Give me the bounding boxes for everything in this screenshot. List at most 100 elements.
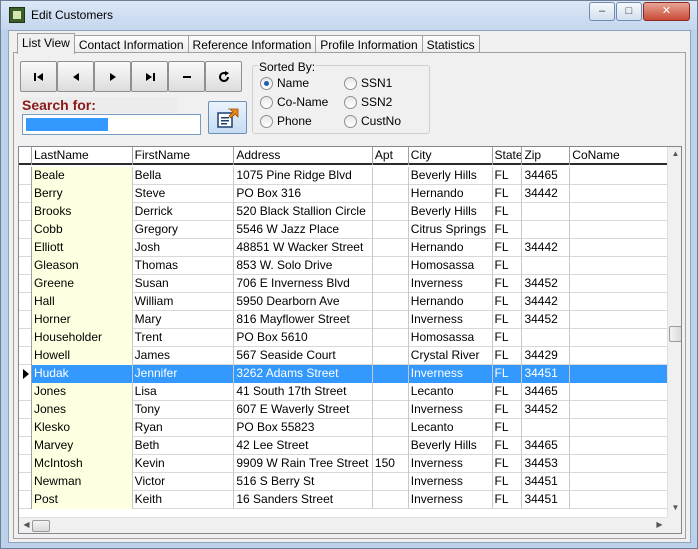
- cell-zip[interactable]: 34451: [522, 491, 571, 509]
- row-indicator[interactable]: [19, 167, 32, 185]
- cell-address[interactable]: 816 Mayflower Street: [234, 311, 373, 329]
- cell-coname[interactable]: [570, 293, 667, 311]
- cell-state[interactable]: FL: [493, 275, 523, 293]
- maximize-button[interactable]: □: [616, 2, 642, 21]
- cell-apt[interactable]: [373, 491, 409, 509]
- title-bar[interactable]: Edit Customers – □ ✕: [1, 1, 697, 30]
- table-row[interactable]: Marvey Beth 42 Lee Street Beverly Hills FL 34…: [19, 437, 667, 455]
- row-indicator[interactable]: [19, 401, 32, 419]
- vertical-scroll-thumb[interactable]: [669, 326, 681, 342]
- cell-city[interactable]: Inverness: [409, 275, 493, 293]
- table-row[interactable]: Gleason Thomas 853 W. Solo Drive Homosassa F…: [19, 257, 667, 275]
- close-button[interactable]: ✕: [643, 2, 690, 21]
- cell-firstname[interactable]: Kevin: [133, 455, 235, 473]
- sort-name-radio[interactable]: Name: [260, 76, 309, 90]
- cell-coname[interactable]: [570, 185, 667, 203]
- table-row[interactable]: McIntosh Kevin 9909 W Rain Tree Street 150 I…: [19, 455, 667, 473]
- cell-coname[interactable]: [570, 473, 667, 491]
- cell-firstname[interactable]: Susan: [133, 275, 235, 293]
- cell-zip[interactable]: 34452: [522, 311, 571, 329]
- sort-custno-radio[interactable]: CustNo: [344, 114, 401, 128]
- cell-zip[interactable]: 34451: [522, 365, 571, 383]
- tab-reference-information[interactable]: Reference Information: [187, 35, 317, 53]
- table-row[interactable]: Horner Mary 816 Mayflower Street Inverness F…: [19, 311, 667, 329]
- cell-city[interactable]: Inverness: [408, 365, 493, 383]
- cell-coname[interactable]: [570, 167, 667, 185]
- column-header-city[interactable]: City: [409, 147, 493, 165]
- cell-firstname[interactable]: James: [133, 347, 235, 365]
- table-row[interactable]: Howell James 567 Seaside Court Crystal Rive…: [19, 347, 667, 365]
- cell-zip[interactable]: 34451: [522, 473, 571, 491]
- cell-address[interactable]: PO Box 5610: [234, 329, 373, 347]
- cell-coname[interactable]: [570, 365, 667, 383]
- cell-coname[interactable]: [570, 221, 667, 239]
- cell-city[interactable]: Beverly Hills: [409, 203, 493, 221]
- table-row[interactable]: Post Keith 16 Sanders Street Inverness FL 344…: [19, 491, 667, 509]
- table-row[interactable]: Elliott Josh 48851 W Wacker Street Hernando…: [19, 239, 667, 257]
- cell-city[interactable]: Crystal River: [409, 347, 493, 365]
- cell-address[interactable]: 516 S Berry St: [234, 473, 373, 491]
- column-header-state[interactable]: State: [493, 147, 523, 165]
- cell-address[interactable]: 5950 Dearborn Ave: [234, 293, 373, 311]
- cell-zip[interactable]: [522, 329, 571, 347]
- cell-coname[interactable]: [570, 203, 667, 221]
- last-record-button[interactable]: [131, 61, 168, 92]
- cell-address[interactable]: 706 E Inverness Blvd: [234, 275, 373, 293]
- sort-coname-radio[interactable]: Co-Name: [260, 95, 328, 109]
- table-row[interactable]: Hudak Jennifer 3262 Adams Street Inverness F…: [19, 365, 667, 383]
- column-header-firstname[interactable]: FirstName: [133, 147, 235, 165]
- row-indicator[interactable]: [19, 473, 32, 491]
- row-indicator[interactable]: [19, 203, 32, 221]
- cell-apt[interactable]: [373, 167, 409, 185]
- refresh-button[interactable]: [205, 61, 242, 92]
- cell-state[interactable]: FL: [493, 491, 523, 509]
- cell-coname[interactable]: [570, 239, 667, 257]
- cell-state[interactable]: FL: [493, 473, 523, 491]
- cell-apt[interactable]: [373, 329, 409, 347]
- cell-firstname[interactable]: Josh: [133, 239, 235, 257]
- table-row[interactable]: Brooks Derrick 520 Black Stallion Circle Be…: [19, 203, 667, 221]
- cell-lastname[interactable]: Post: [31, 491, 133, 509]
- cell-firstname[interactable]: Victor: [133, 473, 235, 491]
- cell-lastname[interactable]: Marvey: [31, 437, 133, 455]
- cell-city[interactable]: Inverness: [409, 311, 493, 329]
- cell-firstname[interactable]: Bella: [133, 167, 235, 185]
- cell-address[interactable]: 3262 Adams Street: [234, 365, 373, 383]
- cell-lastname[interactable]: Howell: [31, 347, 133, 365]
- cell-address[interactable]: 42 Lee Street: [234, 437, 373, 455]
- cell-address[interactable]: PO Box 55823: [234, 419, 373, 437]
- scroll-up-icon[interactable]: ▲: [668, 149, 681, 158]
- cell-city[interactable]: Hernando: [409, 185, 493, 203]
- prior-record-button[interactable]: [57, 61, 94, 92]
- cell-coname[interactable]: [570, 383, 667, 401]
- cell-state[interactable]: FL: [493, 221, 523, 239]
- cell-state[interactable]: FL: [493, 329, 523, 347]
- tab-statistics[interactable]: Statistics: [421, 35, 480, 53]
- cell-state[interactable]: FL: [493, 401, 523, 419]
- cell-state[interactable]: FL: [493, 293, 523, 311]
- cell-lastname[interactable]: Greene: [31, 275, 133, 293]
- cell-apt[interactable]: 150: [373, 455, 409, 473]
- cell-apt[interactable]: [373, 347, 409, 365]
- table-row[interactable]: Berry Steve PO Box 316 Hernando FL 34442: [19, 185, 667, 203]
- cell-apt[interactable]: [373, 437, 409, 455]
- column-header-lastname[interactable]: LastName: [32, 147, 133, 165]
- table-row[interactable]: Beale Bella 1075 Pine Ridge Blvd Beverly Hi…: [19, 167, 667, 185]
- cell-firstname[interactable]: William: [133, 293, 235, 311]
- tab-contact-information[interactable]: Contact Information: [73, 35, 189, 53]
- row-indicator[interactable]: [19, 455, 32, 473]
- cell-state[interactable]: FL: [493, 383, 523, 401]
- table-row[interactable]: Klesko Ryan PO Box 55823 Lecanto FL: [19, 419, 667, 437]
- cell-lastname[interactable]: Jones: [31, 401, 133, 419]
- cell-city[interactable]: Inverness: [409, 455, 493, 473]
- cell-apt[interactable]: [373, 221, 409, 239]
- cell-firstname[interactable]: Beth: [133, 437, 235, 455]
- cell-apt[interactable]: [373, 185, 409, 203]
- cell-coname[interactable]: [570, 329, 667, 347]
- cell-apt[interactable]: [373, 293, 409, 311]
- row-indicator[interactable]: [19, 347, 32, 365]
- cell-address[interactable]: PO Box 316: [234, 185, 373, 203]
- cell-lastname[interactable]: Hall: [31, 293, 133, 311]
- table-row[interactable]: Householder Trent PO Box 5610 Homosassa FL: [19, 329, 667, 347]
- table-row[interactable]: Jones Lisa 41 South 17th Street Lecanto FL 34…: [19, 383, 667, 401]
